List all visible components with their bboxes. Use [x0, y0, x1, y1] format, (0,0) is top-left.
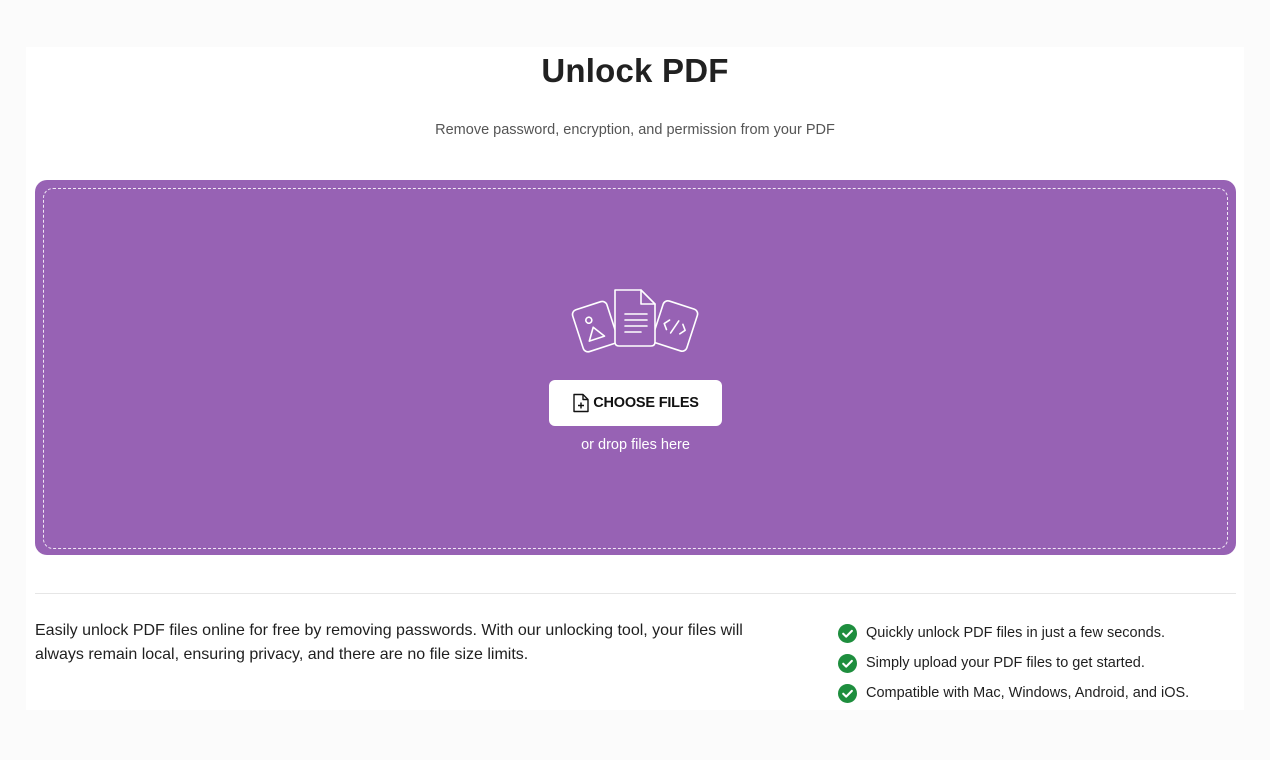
- feature-text: Quickly unlock PDF files in just a few s…: [866, 625, 1165, 641]
- dropzone-dashed-border: [43, 188, 1228, 549]
- page-subtitle: Remove password, encryption, and permiss…: [435, 122, 835, 138]
- feature-list: Quickly unlock PDF files in just a few s…: [838, 618, 1189, 708]
- page: Unlock PDF Remove password, encryption, …: [0, 0, 1270, 760]
- check-circle-icon: [838, 683, 857, 703]
- feature-text: Simply upload your PDF files to get star…: [866, 655, 1145, 671]
- files-illustration-icon: [571, 289, 699, 353]
- choose-files-label: CHOOSE FILES: [593, 395, 699, 411]
- drop-files-hint: or drop files here: [581, 437, 690, 453]
- choose-files-button[interactable]: CHOOSE FILES: [549, 380, 722, 426]
- section-divider: [35, 593, 1236, 594]
- feature-item: Compatible with Mac, Windows, Android, a…: [838, 678, 1189, 708]
- file-add-icon: [572, 393, 590, 413]
- page-title: Unlock PDF: [541, 52, 729, 89]
- feature-item: Simply upload your PDF files to get star…: [838, 648, 1189, 678]
- tool-description: Easily unlock PDF files online for free …: [35, 622, 743, 663]
- check-circle-icon: [838, 623, 857, 643]
- feature-item: Quickly unlock PDF files in just a few s…: [838, 618, 1189, 648]
- file-dropzone[interactable]: CHOOSE FILES or drop files here: [35, 180, 1236, 555]
- check-circle-icon: [838, 653, 857, 673]
- feature-text: Compatible with Mac, Windows, Android, a…: [866, 685, 1190, 701]
